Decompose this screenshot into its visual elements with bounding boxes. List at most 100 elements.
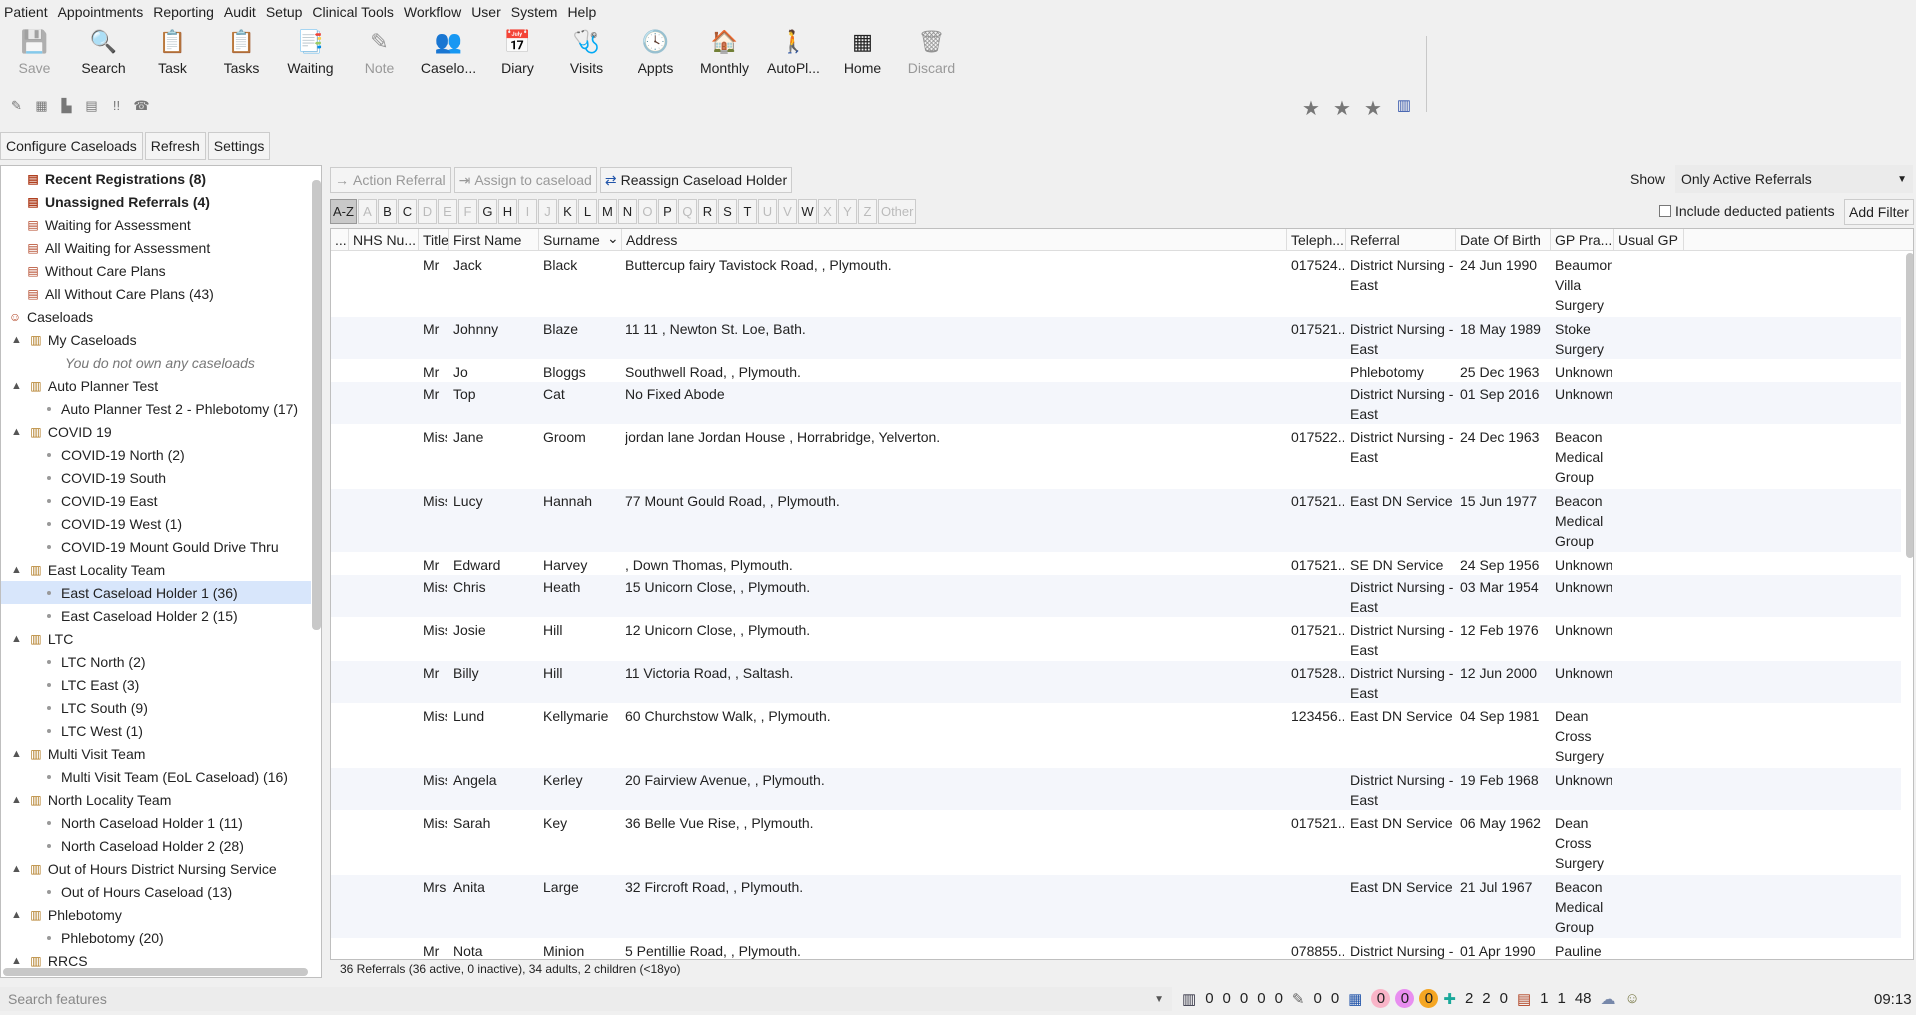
discard-toolbar-button[interactable]: 🗑 Discard	[897, 28, 966, 88]
filter-letter-r[interactable]: R	[697, 199, 717, 224]
reassign-caseload-holder-button[interactable]: ⇄ Reassign Caseload Holder	[599, 167, 793, 193]
tree-item[interactable]: ▤ All Without Care Plans (43)	[25, 282, 214, 305]
table-row[interactable]: Miss Sarah Key 36 Belle Vue Rise, , Plymout…	[331, 811, 1901, 874]
column-header[interactable]: Referral	[1346, 229, 1456, 251]
filter-letter-l[interactable]: L	[577, 199, 597, 224]
filter-letter-n[interactable]: N	[617, 199, 637, 224]
filter-letter-p[interactable]: P	[657, 199, 677, 224]
filter-letter-h[interactable]: H	[497, 199, 517, 224]
tree-item[interactable]: Auto Planner Test 2 - Phlebotomy (17)	[47, 397, 298, 420]
tree-group[interactable]: ▲ ▥ Out of Hours District Nursing Service	[11, 857, 277, 880]
table-row[interactable]: Mr Nota Minion 5 Pentillie Road, , Plymouth…	[331, 939, 1901, 959]
home-toolbar-button[interactable]: ▦ Home	[828, 28, 897, 88]
tree-item[interactable]: ▤ All Waiting for Assessment	[25, 236, 210, 259]
tree-item[interactable]: ▤ Unassigned Referrals (4)	[25, 190, 210, 213]
column-header[interactable]: Surname ⌄	[539, 229, 622, 251]
filter-letter-f[interactable]: F	[457, 199, 477, 224]
tree-item[interactable]: LTC North (2)	[47, 650, 146, 673]
menu-help[interactable]: Help	[567, 4, 596, 20]
filter-letter-g[interactable]: G	[477, 199, 497, 224]
collapse-toggle-icon[interactable]: ▲	[11, 334, 22, 346]
collapse-toggle-icon[interactable]: ▲	[11, 794, 22, 806]
collapse-toggle-icon[interactable]: ▲	[11, 748, 22, 760]
filter-letter-t[interactable]: T	[737, 199, 757, 224]
column-header[interactable]: Usual GP	[1614, 229, 1684, 251]
tree-group[interactable]: ▲ ▥ RRCS	[11, 949, 88, 972]
filter-letter-x[interactable]: X	[817, 199, 837, 224]
table-row[interactable]: Miss Josie Hill 12 Unicorn Close, , Plymout…	[331, 618, 1901, 660]
column-header[interactable]: Teleph...	[1287, 229, 1346, 251]
menu-setup[interactable]: Setup	[266, 4, 303, 20]
include-deducted-checkbox[interactable]: Include deducted patients	[1659, 203, 1835, 219]
show-filter-select[interactable]: Only Active Referrals ▼	[1675, 165, 1913, 193]
table-row[interactable]: Mrs Anita Large 32 Fircroft Road, , Plymout…	[331, 875, 1901, 938]
tree-group[interactable]: ▲ ▥ LTC	[11, 627, 73, 650]
table-row[interactable]: Mr Jo Bloggs Southwell Road, , Plymouth. Ph…	[331, 360, 1901, 381]
filter-letter-q[interactable]: Q	[677, 199, 697, 224]
checkbox-box[interactable]	[1659, 205, 1671, 217]
alert-icon[interactable]: !!	[108, 97, 125, 114]
filter-letter-k[interactable]: K	[557, 199, 577, 224]
search-toolbar-button[interactable]: 🔍 Search	[69, 28, 138, 88]
tree-group[interactable]: ▲ ▥ Multi Visit Team	[11, 742, 145, 765]
star-icon[interactable]: ★	[1301, 96, 1321, 121]
filter-letter-c[interactable]: C	[397, 199, 417, 224]
menu-patient[interactable]: Patient	[4, 4, 48, 20]
tree-item[interactable]: ▤ Waiting for Assessment	[25, 213, 190, 236]
tree-item[interactable]: COVID-19 South	[47, 466, 166, 489]
bar-chart-icon[interactable]: ▥	[1182, 990, 1196, 1008]
menu-appointments[interactable]: Appointments	[58, 4, 144, 20]
filter-letter-j[interactable]: J	[537, 199, 557, 224]
note-toolbar-button[interactable]: ✎ Note	[345, 28, 414, 88]
table-row[interactable]: Mr Johnny Blaze 11 11 , Newton St. Loe, Bat…	[331, 317, 1901, 359]
tree-item[interactable]: East Caseload Holder 2 (15)	[47, 604, 238, 627]
filter-letter-o[interactable]: O	[637, 199, 657, 224]
filter-letter-a[interactable]: A	[357, 199, 377, 224]
tree-item[interactable]: COVID-19 Mount Gould Drive Thru	[47, 535, 279, 558]
menu-system[interactable]: System	[511, 4, 558, 20]
action-referral-button[interactable]: → Action Referral	[330, 167, 451, 193]
tree-item[interactable]: Multi Visit Team (EoL Caseload) (16)	[47, 765, 288, 788]
tree-item[interactable]: COVID-19 West (1)	[47, 512, 182, 535]
visits-toolbar-button[interactable]: 🩺 Visits	[552, 28, 621, 88]
collapse-toggle-icon[interactable]: ▲	[11, 564, 22, 576]
column-header[interactable]: Address	[622, 229, 1287, 251]
filter-letter-m[interactable]: M	[597, 199, 617, 224]
filter-letter-v[interactable]: V	[777, 199, 797, 224]
tree-group[interactable]: ▲ ▥ Auto Planner Test	[11, 374, 158, 397]
table-vertical-scrollbar[interactable]	[1906, 253, 1913, 558]
filter-letter-z[interactable]: Z	[857, 199, 877, 224]
column-header[interactable]: First Name	[449, 229, 539, 251]
refresh-button[interactable]: Refresh	[144, 132, 206, 160]
star-icon[interactable]: ★	[1332, 96, 1352, 121]
filter-letter-u[interactable]: U	[757, 199, 777, 224]
add-filter-button[interactable]: Add Filter	[1844, 199, 1914, 225]
star-icon[interactable]: ★	[1363, 96, 1383, 121]
table-row[interactable]: Mr Edward Harvey , Down Thomas, Plymouth. 0…	[331, 553, 1901, 574]
table-row[interactable]: Miss Jane Groom jordan lane Jordan House , …	[331, 425, 1901, 488]
tree-item[interactable]: ▤ Recent Registrations (8)	[25, 167, 206, 190]
tree-item[interactable]: LTC West (1)	[47, 719, 143, 742]
table-row[interactable]: Mr Jack Black Buttercup fairy Tavistock Ro…	[331, 253, 1901, 316]
column-header[interactable]: NHS Nu...	[349, 229, 419, 251]
menu-workflow[interactable]: Workflow	[404, 4, 461, 20]
column-header[interactable]: GP Pra...	[1551, 229, 1614, 251]
chart-icon[interactable]: ▦	[1348, 990, 1362, 1008]
user-icon[interactable]: ☺	[1625, 990, 1640, 1007]
table-row[interactable]: Miss Lucy Hannah 77 Mount Gould Road, , Ply…	[331, 489, 1901, 552]
tree-item[interactable]: Out of Hours Caseload (13)	[47, 880, 232, 903]
column-header[interactable]: Title	[419, 229, 449, 251]
table-row[interactable]: Miss Angela Kerley 20 Fairview Avenue, , Pl…	[331, 768, 1901, 810]
table-row[interactable]: Mr Top Cat No Fixed Abode District Nursing -…	[331, 382, 1901, 424]
tree-vertical-scrollbar[interactable]	[312, 180, 321, 630]
tree-group[interactable]: ▲ ▥ East Locality Team	[11, 558, 165, 581]
collapse-toggle-icon[interactable]: ▲	[11, 633, 22, 645]
tree-item[interactable]: LTC South (9)	[47, 696, 148, 719]
filter-letter-b[interactable]: B	[377, 199, 397, 224]
tree-group[interactable]: ▲ ▥ North Locality Team	[11, 788, 171, 811]
menu-user[interactable]: User	[471, 4, 501, 20]
collapse-toggle-icon[interactable]: ▲	[11, 426, 22, 438]
table-row[interactable]: Miss Chris Heath 15 Unicorn Close, , Plymou…	[331, 575, 1901, 617]
column-header[interactable]: ...	[331, 229, 349, 251]
cloud-icon[interactable]: ☁	[1601, 990, 1616, 1008]
